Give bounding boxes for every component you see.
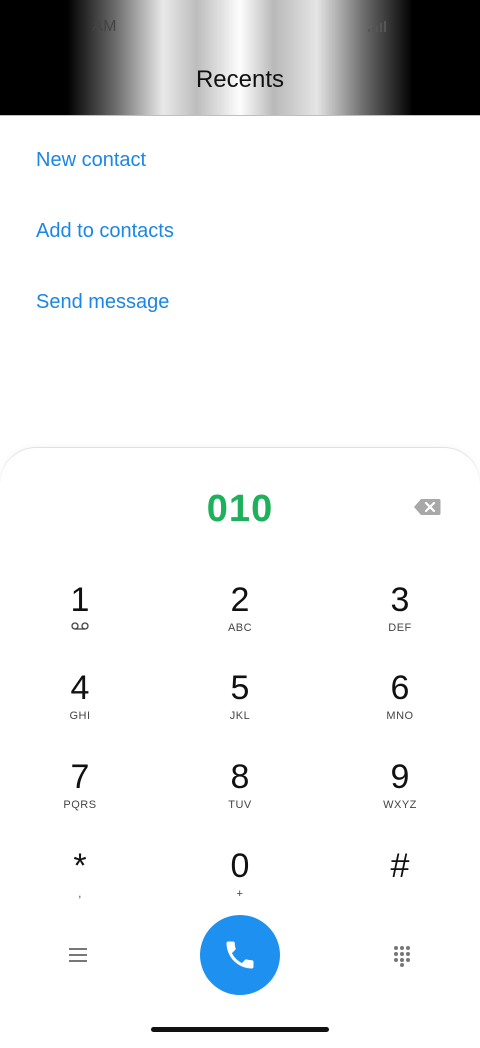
keypad-icon[interactable] (393, 945, 411, 967)
key-9[interactable]: 9 WXYZ (340, 759, 460, 839)
key-digit: 2 (230, 581, 250, 619)
key-3[interactable]: 3 DEF (340, 582, 460, 662)
new-contact-link[interactable]: New contact (36, 149, 146, 172)
add-to-contacts-link[interactable]: Add to contacts (36, 220, 174, 243)
status-time: AM (92, 18, 117, 35)
key-digit: 4 (70, 669, 90, 707)
key-digit: # (390, 847, 410, 885)
key-letters: ABC (227, 622, 253, 634)
key-digit: 0 (230, 847, 250, 885)
key-letters: MNO (386, 710, 414, 722)
key-digit: 9 (390, 758, 410, 796)
key-letters: TUV (228, 799, 252, 811)
menu-icon[interactable] (69, 947, 87, 963)
backspace-icon[interactable] (413, 498, 441, 516)
key-digit: 3 (390, 581, 410, 619)
key-1[interactable]: 1 (20, 582, 140, 662)
key-digit: 6 (390, 669, 410, 707)
key-letters: , (78, 888, 82, 900)
key-letters: PQRS (63, 799, 97, 811)
key-letters: JKL (229, 710, 251, 722)
key-2[interactable]: 2 ABC (180, 582, 300, 662)
signal-icon (368, 20, 388, 32)
key-letters: WXYZ (383, 799, 417, 811)
dialed-number: 010 (206, 488, 274, 530)
key-digit: * (73, 847, 87, 885)
key-digit: 7 (70, 758, 90, 796)
key-hash[interactable]: # (340, 848, 460, 928)
key-letters: GHI (69, 710, 91, 722)
key-5[interactable]: 5 JKL (180, 670, 300, 750)
key-8[interactable]: 8 TUV (180, 759, 300, 839)
header: AM Recents (0, 0, 480, 116)
key-digit: 1 (70, 581, 90, 619)
key-digit: 5 (230, 669, 250, 707)
key-6[interactable]: 6 MNO (340, 670, 460, 750)
key-letters: DEF (388, 622, 412, 634)
key-letters: + (236, 888, 244, 900)
key-4[interactable]: 4 GHI (20, 670, 140, 750)
home-indicator[interactable] (151, 1027, 329, 1032)
phone-icon (226, 941, 254, 969)
key-star[interactable]: * , (20, 848, 140, 928)
send-message-link[interactable]: Send message (36, 291, 169, 314)
call-button[interactable] (200, 915, 280, 995)
key-7[interactable]: 7 PQRS (20, 759, 140, 839)
key-digit: 8 (230, 758, 250, 796)
voicemail-icon (71, 622, 89, 630)
page-title: Recents (195, 66, 285, 93)
